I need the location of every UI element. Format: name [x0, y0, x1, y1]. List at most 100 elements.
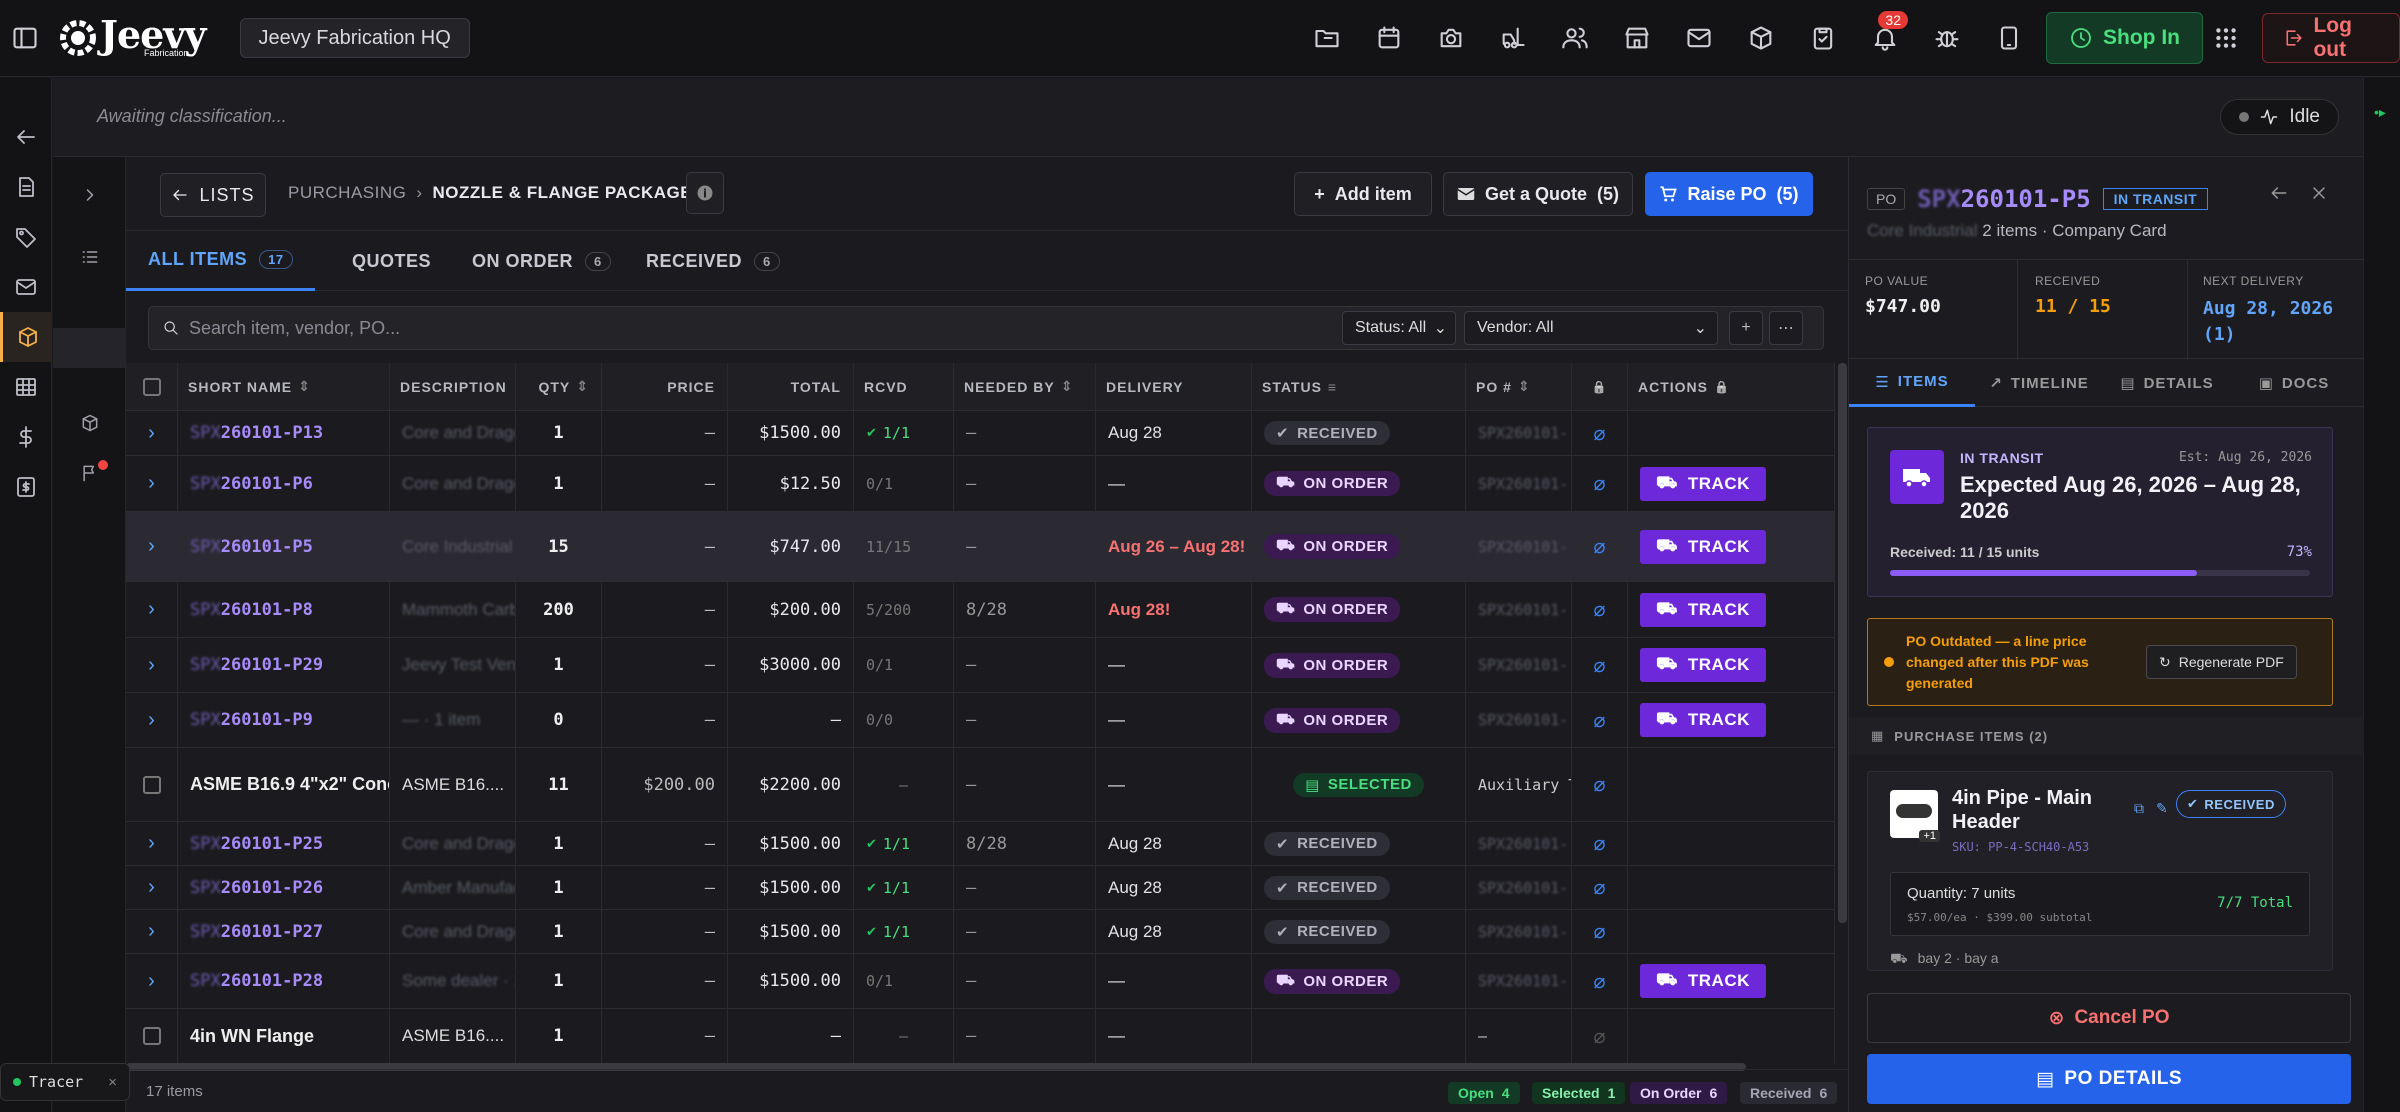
panel-back-icon[interactable] [2269, 183, 2289, 203]
folder-icon[interactable] [1296, 7, 1358, 69]
panel-tab-details[interactable]: ▤ DETAILS [2103, 359, 2231, 407]
lists-button[interactable]: LISTS [160, 173, 266, 217]
paperclip-icon[interactable]: ⌀ [1593, 1024, 1605, 1049]
apps-grid-icon[interactable] [2195, 7, 2257, 69]
bug-icon[interactable] [1916, 7, 1978, 69]
calendar-icon[interactable] [1358, 7, 1420, 69]
paperclip-icon[interactable]: ⌀ [1593, 534, 1605, 559]
row-expand-chevron-icon[interactable]: › [148, 598, 155, 621]
header-rcvd[interactable]: RCVD [854, 363, 954, 410]
open-count-pill[interactable]: Open 4 [1448, 1082, 1520, 1104]
header-price[interactable]: PRICE [602, 363, 728, 410]
header-qty[interactable]: QTY ⇕ [516, 363, 602, 410]
table-row[interactable]: › SPX260101-P8 Mammoth Carbon Prod... 200 — $… [126, 582, 1835, 638]
search-input[interactable]: Search item, vendor, PO... [189, 318, 400, 339]
bell-icon[interactable]: 32 [1854, 7, 1916, 69]
table-row[interactable]: › SPX260101-P28 Some dealer · 1 item 1 — $150… [126, 954, 1835, 1009]
crumb-parent[interactable]: PURCHASING [288, 183, 406, 203]
purchase-item-card[interactable]: +1 4in Pipe - Main Header ⧉ ✎ ✔ RECEIVED … [1867, 771, 2333, 971]
close-icon[interactable]: × [108, 1074, 117, 1091]
row-expand-chevron-icon[interactable]: › [148, 832, 155, 855]
clipboard-icon[interactable] [1792, 7, 1854, 69]
table-row[interactable]: › SPX260101-P27 Core and Dragons · 14... 1 —… [126, 910, 1835, 954]
track-button[interactable]: ⛟ TRACK [1640, 964, 1766, 998]
track-button[interactable]: ⛟ TRACK [1640, 529, 1766, 564]
header-delivery[interactable]: DELIVERY [1096, 363, 1252, 410]
row-expand-chevron-icon[interactable]: › [148, 920, 155, 943]
header-needed-by[interactable]: NEEDED BY ⇕ [954, 363, 1096, 410]
panel-tab-items[interactable]: ☰ ITEMS [1849, 359, 1975, 407]
row-expand-chevron-icon[interactable]: › [148, 422, 155, 445]
add-filter-button[interactable]: + [1729, 311, 1763, 345]
forklift-icon[interactable] [1482, 7, 1544, 69]
logo[interactable]: Jeevy Fabrication [56, 16, 206, 60]
table-row[interactable]: › SPX 260101-P9 — · 1 item 0 — — 0/0 — — ⛟ ON ORDER… [126, 693, 1835, 748]
track-button[interactable]: ⛟ TRACK [1640, 648, 1766, 682]
box-icon[interactable] [53, 398, 126, 448]
sort-icon[interactable]: ⇕ [1061, 378, 1074, 395]
paperclip-icon[interactable]: ⌀ [1593, 831, 1605, 856]
info-icon[interactable] [686, 172, 724, 214]
tab-received[interactable]: RECEIVED 6 [646, 231, 780, 291]
header-status[interactable]: STATUS ≡ [1252, 363, 1466, 410]
raise-po-button[interactable]: Raise PO (5) [1645, 172, 1813, 216]
row-expand-chevron-icon[interactable]: › [148, 654, 155, 677]
row-expand-chevron-icon[interactable]: › [148, 709, 155, 732]
edit-pencil-icon[interactable]: ✎ [2156, 800, 2168, 817]
row-expand-chevron-icon[interactable]: › [148, 970, 155, 993]
table-row[interactable]: › SPX260101-P26 Amber Manufacturing ·... 1 —… [126, 866, 1835, 910]
panel-tab-timeline[interactable]: ↗ TIMELINE [1975, 359, 2103, 407]
status-filter-select[interactable]: Status: All ⌄ [1342, 311, 1456, 345]
tab-all-items[interactable]: ALL ITEMS 17 [126, 231, 315, 291]
tablet-icon[interactable] [1978, 7, 2040, 69]
flag-icon[interactable] [53, 448, 126, 498]
get-quote-button[interactable]: Get a Quote (5) [1443, 172, 1633, 216]
document-icon[interactable] [0, 162, 52, 212]
row-expand-chevron-icon[interactable]: › [148, 535, 155, 558]
on-order-count-pill[interactable]: On Order 6 [1630, 1082, 1728, 1104]
track-button[interactable]: ⛟ TRACK [1640, 592, 1766, 627]
paperclip-icon[interactable]: ⌀ [1593, 471, 1605, 496]
track-button[interactable]: ⛟ TRACK [1640, 703, 1766, 737]
rail-selected-slot[interactable] [53, 328, 125, 368]
tracer-widget[interactable]: Tracer × [0, 1063, 130, 1101]
tag-icon[interactable] [0, 212, 52, 262]
paperclip-icon[interactable]: ⌀ [1593, 653, 1605, 678]
header-select-all[interactable] [126, 363, 178, 410]
panel-close-icon[interactable] [2309, 183, 2329, 203]
idle-status[interactable]: Idle [2220, 99, 2339, 135]
invoice-icon[interactable] [0, 462, 52, 512]
paperclip-icon[interactable]: ⌀ [1593, 969, 1605, 994]
users-icon[interactable] [1544, 7, 1606, 69]
paperclip-icon[interactable]: ⌀ [1593, 875, 1605, 900]
paperclip-icon[interactable]: ⌀ [1593, 708, 1605, 733]
mail-icon[interactable] [1668, 7, 1730, 69]
sidebar-toggle-icon[interactable] [0, 7, 50, 69]
camera-icon[interactable] [1420, 7, 1482, 69]
dollar-icon[interactable] [0, 412, 52, 462]
received-count-pill[interactable]: Received 6 [1740, 1082, 1838, 1104]
vertical-scrollbar[interactable] [1838, 363, 1847, 923]
row-checkbox[interactable] [142, 1027, 161, 1045]
cancel-po-button[interactable]: ⊗ Cancel PO [1867, 993, 2351, 1043]
sort-icon[interactable]: ⇕ [298, 378, 311, 395]
table-row[interactable]: › SPX260101-P5 Core Industrial · 2 items 15… [126, 512, 1835, 582]
paperclip-icon[interactable]: ⌀ [1593, 597, 1605, 622]
header-short-name[interactable]: SHORT NAME ⇕ [178, 363, 390, 410]
org-selector[interactable]: Jeevy Fabrication HQ [239, 18, 470, 58]
inbox-icon[interactable] [0, 262, 52, 312]
table-row[interactable]: › SPX260101-P25 Core and Dragons · 14... 1 —… [126, 822, 1835, 866]
paperclip-icon[interactable]: ⌀ [1593, 919, 1605, 944]
header-actions[interactable]: ACTIONS 🔒 [1628, 363, 1835, 410]
header-description[interactable]: DESCRIPTION [390, 363, 516, 410]
tab-quotes[interactable]: QUOTES [352, 231, 431, 291]
table-icon[interactable] [0, 362, 52, 412]
header-total[interactable]: TOTAL [728, 363, 854, 410]
panel-tab-docs[interactable]: ▣ DOCS [2231, 359, 2357, 407]
row-expand-chevron-icon[interactable]: › [148, 472, 155, 495]
paperclip-icon[interactable]: ⌀ [1593, 421, 1605, 446]
pulse-icon[interactable]: •▸ [2374, 104, 2400, 121]
table-row[interactable]: › SPX260101-P13 Core and Dragons · 14... 1 —… [126, 411, 1835, 456]
table-row[interactable]: 4in WN Flange ASME B16.... 1 — — — — — — ⌀ [126, 1009, 1835, 1063]
store-icon[interactable] [1606, 7, 1668, 69]
